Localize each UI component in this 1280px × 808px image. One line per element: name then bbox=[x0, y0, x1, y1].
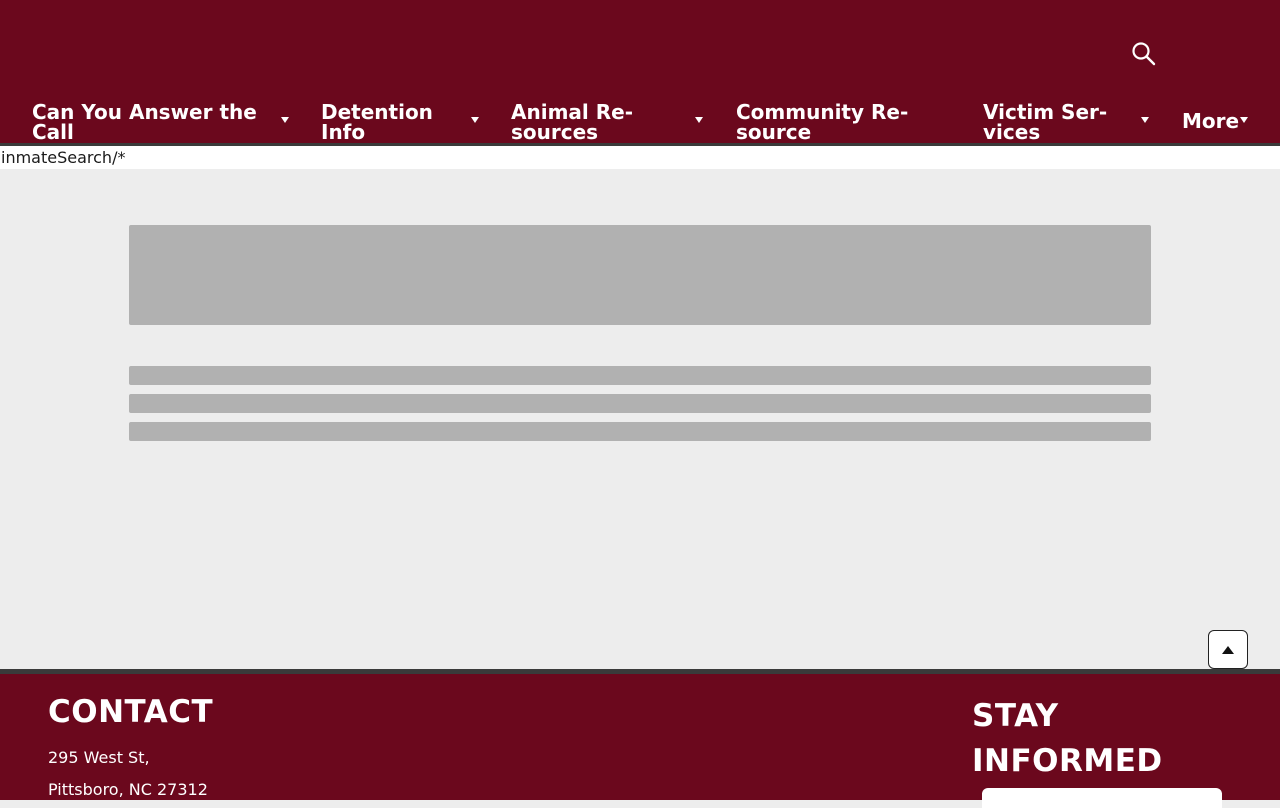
nav-item-detention-info[interactable]: Detention Info bbox=[321, 96, 481, 143]
contact-heading: CONTACT bbox=[48, 694, 214, 730]
search-button[interactable] bbox=[1128, 38, 1160, 70]
nav-item-can-you-answer-the-call[interactable]: Can You Answer the Call bbox=[32, 96, 292, 143]
route-text-bar: inmateSearch/* bbox=[0, 146, 1280, 169]
caret-down-icon bbox=[471, 117, 479, 123]
subscribe-field[interactable] bbox=[982, 788, 1222, 808]
caret-down-icon bbox=[695, 117, 703, 123]
route-text: inmateSearch/* bbox=[1, 148, 126, 167]
stay-informed-heading: STAY INFORMED bbox=[972, 698, 1163, 779]
skeleton-banner bbox=[129, 225, 1151, 325]
nav-item-community-resource[interactable]: Community Re- source bbox=[736, 96, 936, 143]
search-icon bbox=[1132, 42, 1156, 66]
nav-item-animal-resources[interactable]: Animal Re- sources bbox=[511, 96, 711, 143]
address-line: 295 West St, bbox=[48, 748, 150, 767]
site-footer: CONTACT 295 West St, Pittsboro, NC 27312… bbox=[0, 674, 1280, 808]
skeleton-line bbox=[129, 422, 1151, 441]
skeleton-line bbox=[129, 394, 1151, 413]
caret-down-icon bbox=[1240, 117, 1248, 123]
nav-item-more[interactable]: More bbox=[1182, 96, 1252, 143]
nav-item-label: Animal Re- sources bbox=[511, 100, 633, 144]
arrow-up-icon bbox=[1222, 645, 1234, 654]
nav-item-label: Victim Ser- vices bbox=[983, 100, 1108, 144]
nav-item-label: Can You Answer the Call bbox=[32, 100, 257, 144]
site-header: Can You Answer the Call Detention Info A… bbox=[0, 0, 1280, 143]
address-line: Pittsboro, NC 27312 bbox=[48, 780, 208, 799]
nav-item-victim-services[interactable]: Victim Ser- vices bbox=[983, 96, 1153, 143]
caret-down-icon bbox=[281, 117, 289, 123]
nav-item-label: Community Re- source bbox=[736, 100, 909, 144]
skeleton-line bbox=[129, 366, 1151, 385]
back-to-top-button[interactable] bbox=[1208, 630, 1248, 669]
nav-item-label: More bbox=[1182, 109, 1240, 133]
caret-down-icon bbox=[1141, 117, 1149, 123]
main-nav: Can You Answer the Call Detention Info A… bbox=[0, 96, 1280, 143]
nav-item-label: Detention Info bbox=[321, 100, 433, 144]
